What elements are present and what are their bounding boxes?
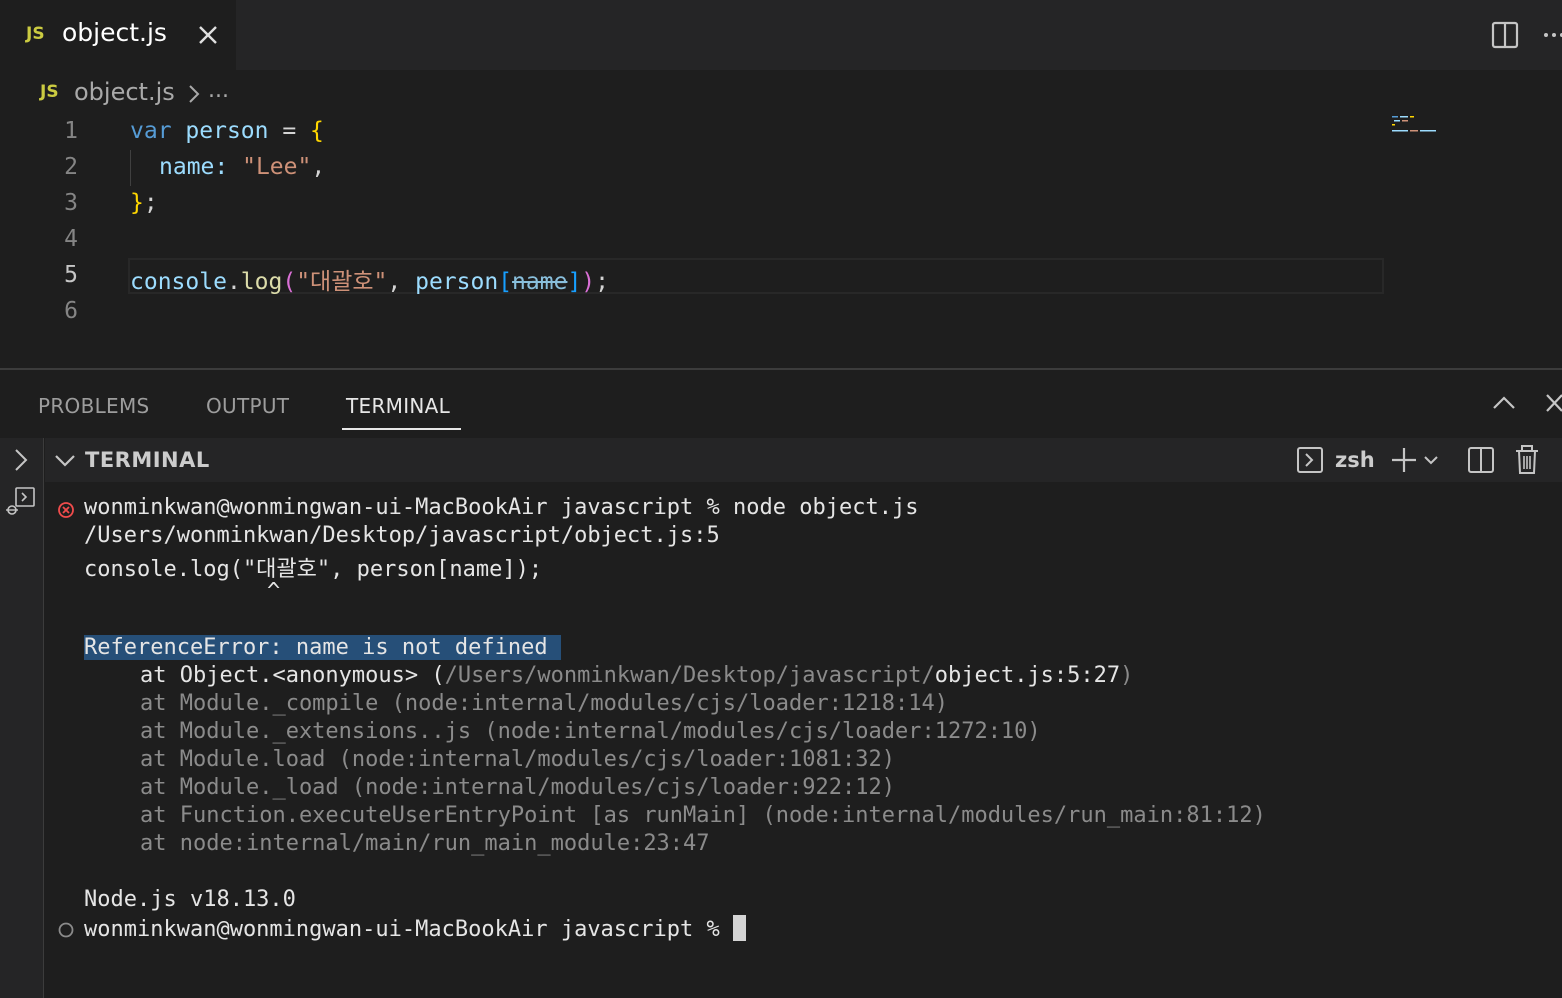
line-number: 4 xyxy=(64,226,78,252)
close-icon[interactable] xyxy=(196,21,222,49)
tab-object-js[interactable]: JS object.js xyxy=(0,0,236,70)
terminal-section-title: TERMINAL xyxy=(85,448,210,472)
terminal-prompt[interactable]: wonminkwan@wonmingwan-ui-MacBookAir java… xyxy=(84,915,747,942)
tab-terminal[interactable]: TERMINAL xyxy=(346,394,450,418)
shell-name[interactable]: zsh xyxy=(1335,448,1375,472)
indent-guide xyxy=(130,150,131,186)
error-circle-icon[interactable] xyxy=(57,501,75,519)
stack-frame: at Module.load (node:internal/modules/cj… xyxy=(140,747,895,772)
more-actions-icon[interactable] xyxy=(1540,20,1562,50)
line-number: 3 xyxy=(64,190,78,216)
tab-output[interactable]: OUTPUT xyxy=(206,394,289,418)
plus-icon[interactable] xyxy=(1389,445,1419,475)
debug-console-icon[interactable] xyxy=(4,486,38,520)
stack-frame: at Module._extensions..js (node:internal… xyxy=(140,719,1041,744)
terminal-error-message: ReferenceError: name is not defined xyxy=(84,635,561,660)
terminal-output[interactable]: wonminkwan@wonmingwan-ui-MacBookAir java… xyxy=(45,482,1562,998)
line-number: 2 xyxy=(64,154,78,180)
split-terminal-icon[interactable] xyxy=(1466,445,1496,475)
terminal-rail xyxy=(0,438,44,998)
chevron-down-icon[interactable] xyxy=(53,450,77,470)
launch-profile-icon[interactable] xyxy=(1295,445,1325,475)
code-line-2: name: "Lee", xyxy=(159,154,326,180)
stack-frame: at Object.<anonymous> (/Users/wonminkwan… xyxy=(140,663,1134,688)
trash-icon[interactable] xyxy=(1513,444,1541,476)
tab-label: object.js xyxy=(62,18,167,47)
circle-icon[interactable] xyxy=(57,921,75,939)
code-editor[interactable]: 1 2 3 4 5 6 var person = { name: "Lee", … xyxy=(0,114,1562,368)
breadcrumb: JS object.js ... xyxy=(0,70,1562,114)
code-line-1: var person = { xyxy=(130,118,324,144)
chevron-up-icon[interactable] xyxy=(1490,392,1518,414)
close-panel-icon[interactable] xyxy=(1544,392,1562,414)
terminal-command-line: wonminkwan@wonmingwan-ui-MacBookAir java… xyxy=(84,495,919,520)
active-tab-indicator xyxy=(342,428,461,430)
chevron-down-icon[interactable] xyxy=(1421,451,1441,469)
panel-tab-bar: PROBLEMS OUTPUT TERMINAL xyxy=(0,370,1562,438)
stack-frame: at Function.executeUserEntryPoint [as ru… xyxy=(140,803,1266,828)
terminal-code-line: console.log("대괄호", person[name]); xyxy=(84,557,543,582)
line-number-active: 5 xyxy=(64,262,78,288)
terminal-caret: ^ xyxy=(267,579,281,604)
terminal-error-path: /Users/wonminkwan/Desktop/javascript/obj… xyxy=(84,523,720,548)
split-editor-icon[interactable] xyxy=(1490,20,1520,50)
terminal-header: TERMINAL zsh xyxy=(45,438,1562,482)
node-version: Node.js v18.13.0 xyxy=(84,887,296,912)
breadcrumb-more[interactable]: ... xyxy=(208,78,229,103)
code-line-3: }; xyxy=(130,190,158,216)
minimap[interactable] xyxy=(1390,114,1470,138)
stack-frame: at Module._load (node:internal/modules/c… xyxy=(140,775,895,800)
editor-tab-bar: JS object.js xyxy=(0,0,1562,70)
line-number: 6 xyxy=(64,298,78,324)
terminal-cursor xyxy=(733,915,747,941)
line-number: 1 xyxy=(64,118,78,144)
stack-frame: at node:internal/main/run_main_module:23… xyxy=(140,831,710,856)
js-file-icon: JS xyxy=(26,24,45,44)
chevron-right-icon xyxy=(189,85,200,103)
breadcrumb-file[interactable]: object.js xyxy=(74,78,175,106)
code-line-5: console.log("대괄호", person[name]); xyxy=(130,269,610,295)
js-file-icon: JS xyxy=(40,82,59,102)
chevron-right-icon[interactable] xyxy=(10,446,32,474)
tab-problems[interactable]: PROBLEMS xyxy=(38,394,150,418)
stack-frame: at Module._compile (node:internal/module… xyxy=(140,691,948,716)
